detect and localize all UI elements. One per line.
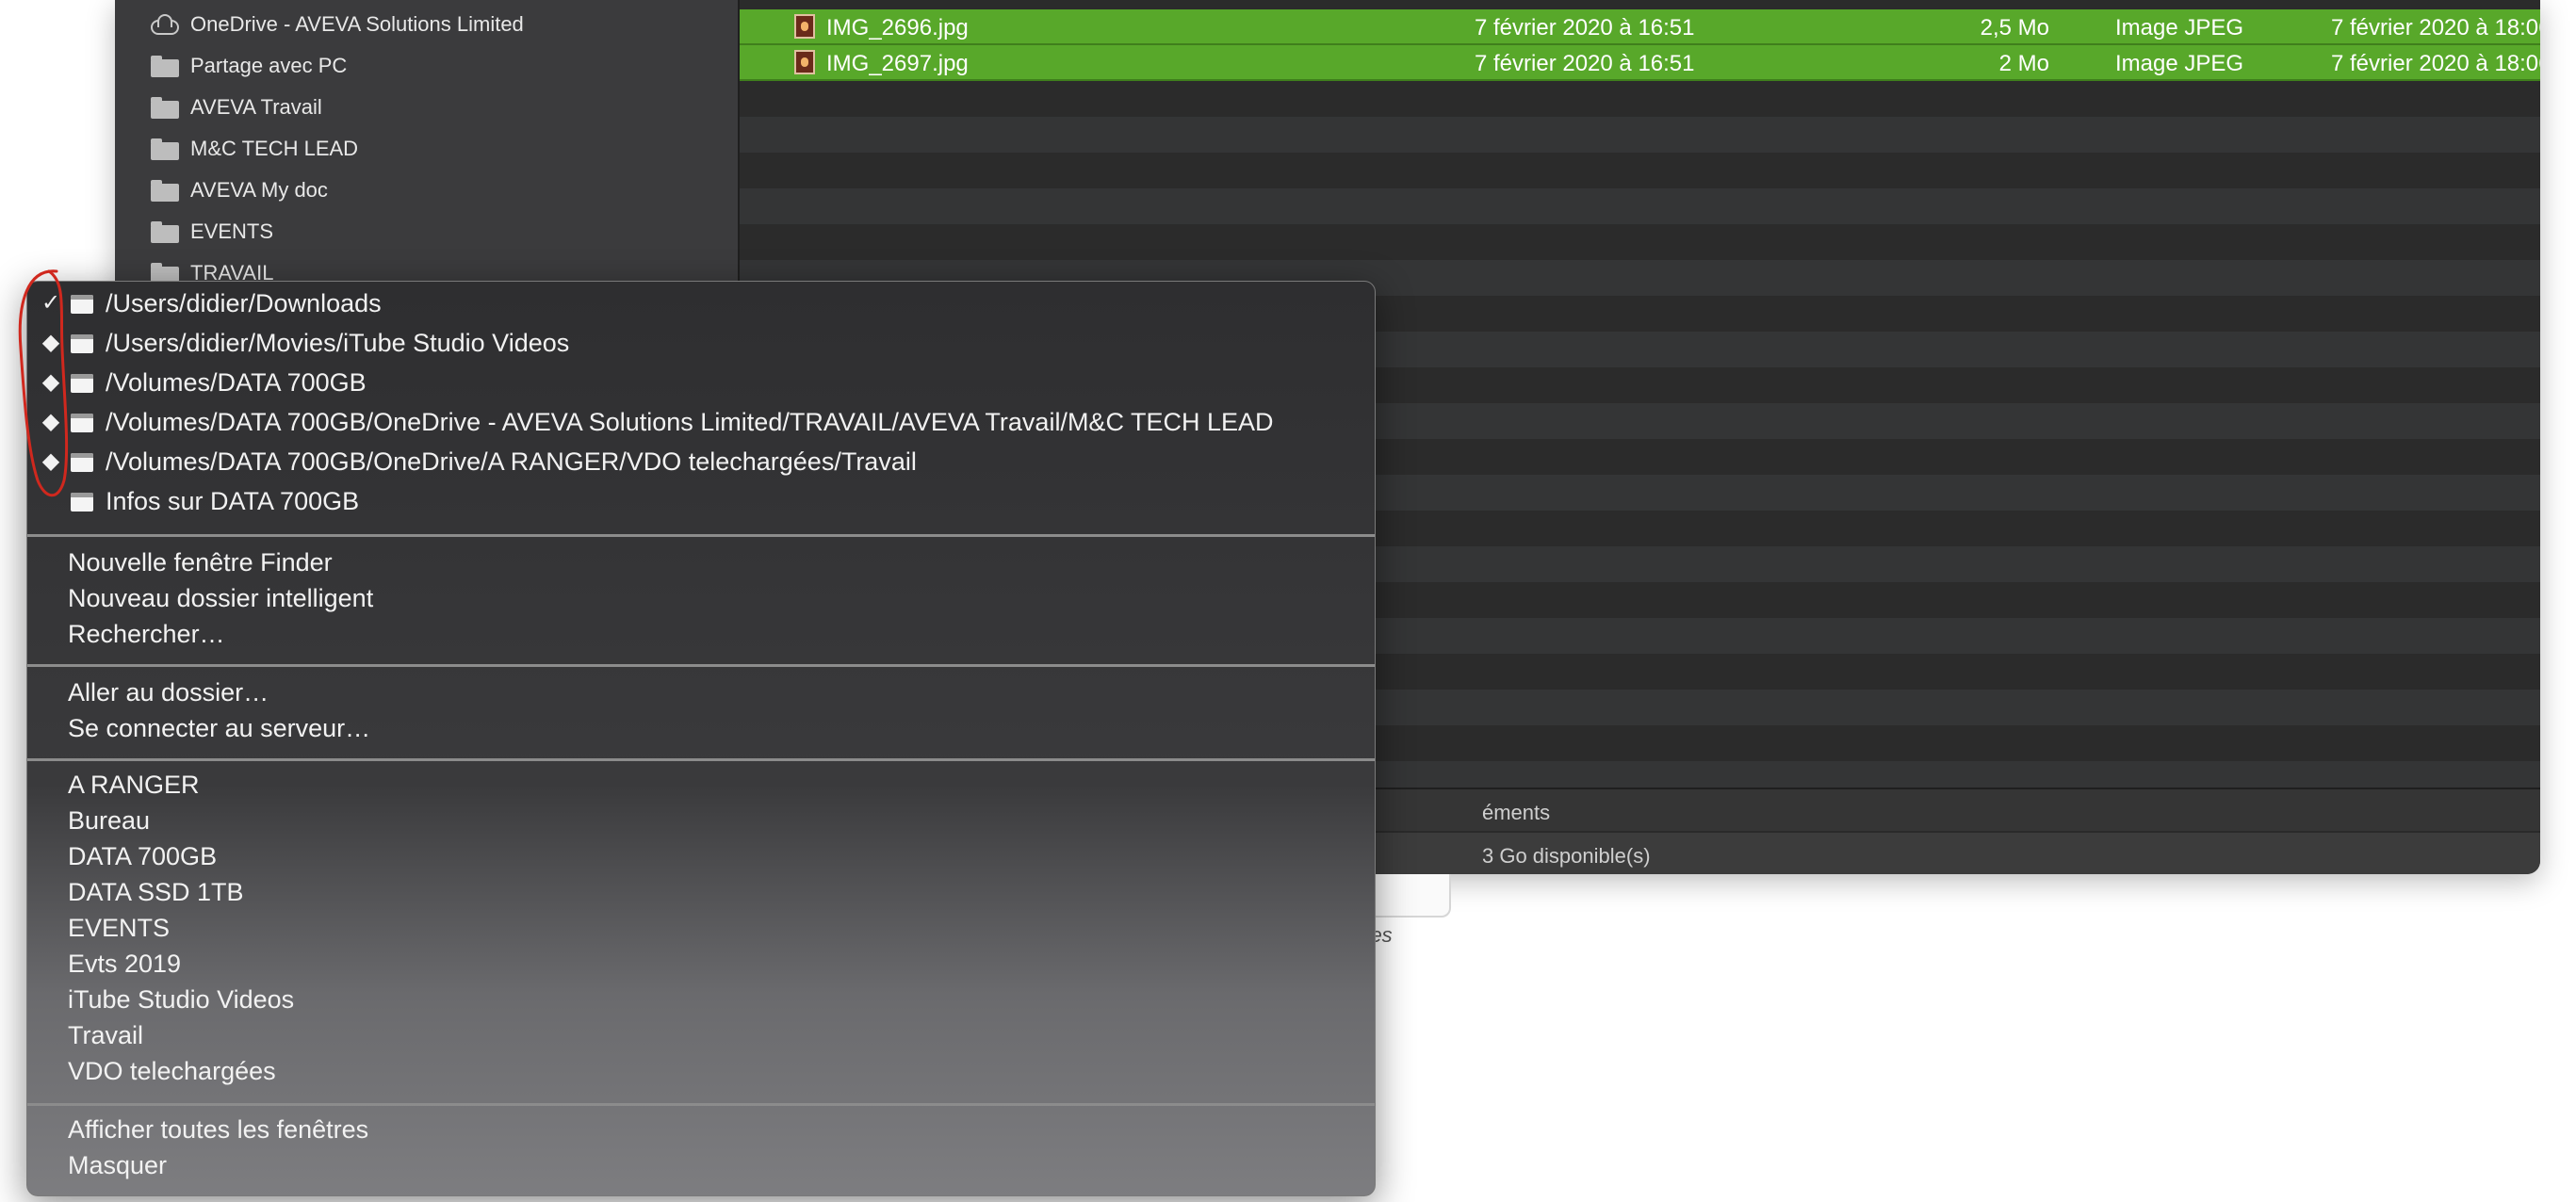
file-date-created: 7 février 2020 à 16:51 (1475, 15, 1695, 41)
menu-separator (27, 1103, 1375, 1106)
sidebar-item-events[interactable]: EVENTS (149, 215, 273, 249)
menu-item-label: Infos sur DATA 700GB (106, 487, 360, 515)
menu-item-new-finder-window[interactable]: Nouvelle fenêtre Finder (68, 547, 333, 577)
info-window-icon (71, 493, 93, 512)
diamond-icon: ◆ (41, 409, 60, 434)
sidebar-item-label: AVEVA Travail (190, 95, 322, 119)
menu-item-go-to-folder[interactable]: Aller au dossier… (68, 677, 269, 707)
menu-item-favorite[interactable]: Bureau (68, 805, 150, 836)
menu-window-data700[interactable]: ◆ /Volumes/DATA 700GB (27, 365, 1375, 402)
sidebar-item-aveva-my-doc[interactable]: AVEVA My doc (149, 173, 328, 207)
folder-icon (149, 178, 181, 203)
sidebar-item-label: OneDrive - AVEVA Solutions Limited (190, 12, 524, 36)
menu-item-favorite[interactable]: DATA SSD 1TB (68, 877, 244, 907)
menu-item-label: /Volumes/DATA 700GB (106, 368, 367, 397)
window-icon (71, 295, 93, 314)
menu-item-label: /Users/didier/Movies/iTube Studio Videos (106, 329, 570, 357)
menu-separator (27, 664, 1375, 667)
sidebar-item-onedrive[interactable]: OneDrive - AVEVA Solutions Limited (149, 8, 524, 41)
sidebar-item-label: EVENTS (190, 219, 274, 243)
menu-item-search[interactable]: Rechercher… (68, 619, 225, 649)
list-stripe (740, 188, 2540, 224)
menu-item-show-all-windows[interactable]: Afficher toutes les fenêtres (68, 1114, 368, 1145)
sidebar-item-label: Partage avec PC (190, 54, 348, 77)
window-icon (71, 453, 93, 472)
folder-icon (149, 95, 181, 120)
menu-item-label: /Users/didier/Downloads (106, 289, 382, 317)
file-kind: Image JPEG (2115, 51, 2244, 76)
menu-item-new-smart-folder[interactable]: Nouveau dossier intelligent (68, 583, 373, 613)
diamond-icon: ◆ (41, 369, 60, 395)
list-stripe (740, 224, 2540, 260)
file-date-modified: 7 février 2020 à 18:06 (2331, 15, 2540, 41)
items-count-text: éments (1482, 801, 1551, 824)
cloud-icon (149, 12, 181, 37)
list-stripe (740, 117, 2540, 153)
file-name: IMG_2696.jpg (826, 15, 969, 41)
menu-window-itube[interactable]: ◆ /Users/didier/Movies/iTube Studio Vide… (27, 325, 1375, 363)
sidebar-item-label: M&C TECH LEAD (190, 137, 359, 160)
sidebar-item-mc-tech-lead[interactable]: M&C TECH LEAD (149, 132, 358, 166)
menu-separator (27, 534, 1375, 537)
jpeg-thumbnail-icon (794, 50, 815, 74)
menu-item-favorite[interactable]: VDO telechargées (68, 1056, 276, 1086)
folder-icon (149, 54, 181, 78)
file-row[interactable]: IMG_2697.jpg 7 février 2020 à 16:51 2 Mo… (740, 45, 2540, 81)
sidebar-item-aveva-travail[interactable]: AVEVA Travail (149, 90, 322, 124)
menu-window-downloads[interactable]: ✓ /Users/didier/Downloads (27, 285, 1375, 323)
diamond-icon: ◆ (41, 330, 60, 355)
file-row[interactable]: IMG_2696.jpg 7 février 2020 à 16:51 2,5 … (740, 9, 2540, 45)
window-icon (71, 414, 93, 432)
sidebar-item-label: AVEVA My doc (190, 178, 328, 202)
menu-item-label: /Volumes/DATA 700GB/OneDrive/A RANGER/VD… (106, 447, 917, 476)
checkmark-icon: ✓ (41, 290, 61, 316)
diamond-icon: ◆ (41, 448, 60, 474)
sidebar-item-partage[interactable]: Partage avec PC (149, 49, 347, 83)
menu-item-favorite[interactable]: iTube Studio Videos (68, 984, 294, 1015)
folder-icon (149, 219, 181, 244)
folder-icon (149, 137, 181, 161)
menu-separator (27, 758, 1375, 761)
finder-window-menu[interactable]: ✓ /Users/didier/Downloads ◆ /Users/didie… (26, 281, 1376, 1196)
list-stripe (740, 81, 2540, 117)
available-space-text: 3 Go disponible(s) (1482, 844, 1651, 868)
file-kind: Image JPEG (2115, 15, 2244, 41)
menu-window-mc-tech-lead[interactable]: ◆ /Volumes/DATA 700GB/OneDrive - AVEVA S… (27, 404, 1375, 442)
list-stripe (740, 153, 2540, 188)
file-name: IMG_2697.jpg (826, 51, 969, 76)
jpeg-thumbnail-icon (794, 14, 815, 39)
menu-item-favorite[interactable]: Evts 2019 (68, 949, 181, 979)
menu-item-label: /Volumes/DATA 700GB/OneDrive - AVEVA Sol… (106, 408, 1274, 436)
menu-item-favorite[interactable]: DATA 700GB (68, 841, 217, 871)
menu-item-connect-server[interactable]: Se connecter au serveur… (68, 713, 370, 743)
menu-window-vdo-travail[interactable]: ◆ /Volumes/DATA 700GB/OneDrive/A RANGER/… (27, 444, 1375, 481)
file-size: 2,5 Mo (1980, 15, 2049, 41)
window-icon (71, 334, 93, 353)
menu-window-infos[interactable]: Infos sur DATA 700GB (27, 483, 1375, 521)
menu-item-favorite[interactable]: EVENTS (68, 913, 170, 943)
file-date-created: 7 février 2020 à 16:51 (1475, 51, 1695, 76)
file-size: 2 Mo (1998, 51, 2049, 76)
window-icon (71, 374, 93, 393)
menu-item-favorite[interactable]: Travail (68, 1020, 143, 1050)
file-date-modified: 7 février 2020 à 18:06 (2331, 51, 2540, 76)
menu-item-hide[interactable]: Masquer (68, 1150, 167, 1180)
menu-item-favorite[interactable]: A RANGER (68, 770, 200, 800)
